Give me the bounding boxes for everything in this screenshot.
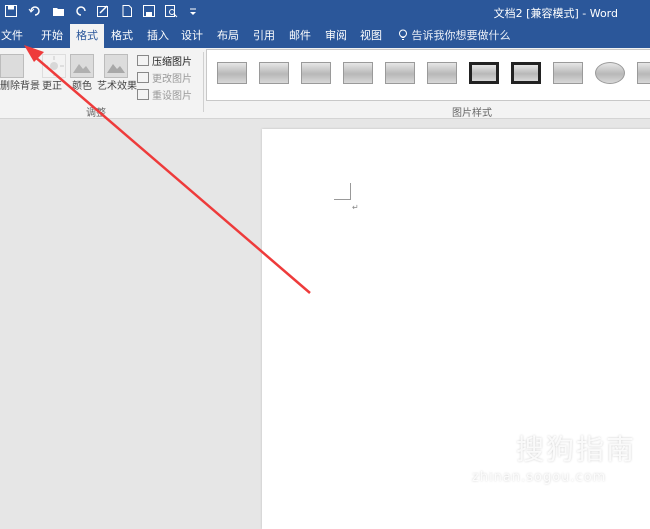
tell-me-search[interactable]: 告诉我你想要做什么 — [398, 24, 511, 48]
watermark-text: 搜狗指南 — [516, 433, 637, 466]
sogou-logo-icon — [472, 432, 512, 472]
print-preview-icon[interactable] — [142, 4, 156, 18]
open-icon[interactable] — [52, 4, 66, 18]
edit-icon[interactable] — [96, 4, 110, 18]
tab-file[interactable]: 文件 — [0, 24, 24, 48]
picture-style-thumbnail[interactable] — [553, 62, 583, 84]
picture-style-thumbnail[interactable] — [259, 62, 289, 84]
more-icon[interactable] — [186, 4, 200, 18]
remove-background-icon[interactable] — [0, 54, 24, 78]
picture-style-thumbnail[interactable] — [217, 62, 247, 84]
watermark-url: zhinan.sogou.com — [472, 470, 607, 485]
tab-references[interactable]: 引用 — [250, 24, 278, 48]
tab-format[interactable]: 格式 — [108, 24, 136, 48]
save-icon[interactable] — [4, 4, 18, 18]
picture-style-thumbnail[interactable] — [301, 62, 331, 84]
remove-background-button[interactable]: 删除背景 — [0, 77, 40, 92]
reset-picture-icon — [137, 89, 149, 100]
tab-layout[interactable]: 布局 — [214, 24, 242, 48]
margin-corner-mark — [334, 183, 351, 200]
picture-styles-group-label: 图片样式 — [452, 108, 492, 119]
picture-style-thumbnail[interactable] — [385, 62, 415, 84]
artistic-effects-button[interactable]: 艺术效果 — [97, 77, 137, 92]
reset-picture-button[interactable]: 重设图片 — [137, 87, 192, 102]
ribbon-tab-bar: 文件 开始 格式 格式 插入 设计 布局 引用 邮件 审阅 视图 告诉我你想要做… — [0, 24, 650, 48]
picture-styles-gallery[interactable] — [206, 49, 650, 101]
tab-design[interactable]: 设计 — [178, 24, 206, 48]
picture-style-thumbnail[interactable] — [343, 62, 373, 84]
picture-style-thumbnail[interactable] — [637, 62, 650, 84]
adjust-group-label: 调整 — [86, 108, 106, 119]
picture-style-thumbnail[interactable] — [427, 62, 457, 84]
compress-pictures-button[interactable]: 压缩图片 — [137, 53, 192, 68]
paragraph-mark: ↵ — [352, 203, 359, 212]
picture-style-thumbnail[interactable] — [469, 62, 499, 84]
tab-mailings[interactable]: 邮件 — [286, 24, 314, 48]
color-button[interactable]: 颜色 — [72, 77, 92, 92]
tab-format-active[interactable]: 格式 — [70, 24, 104, 48]
document-title: 文档2 [兼容模式] - Word — [493, 7, 618, 20]
watermark: 搜狗指南 zhinan.sogou.com — [472, 428, 636, 485]
picture-style-thumbnail[interactable] — [511, 62, 541, 84]
change-picture-icon — [137, 72, 149, 83]
tab-insert[interactable]: 插入 — [144, 24, 172, 48]
lightbulb-icon — [398, 29, 412, 42]
corrections-icon[interactable] — [42, 54, 66, 78]
tab-review[interactable]: 审阅 — [322, 24, 350, 48]
title-bar: 文档2 [兼容模式] - Word — [0, 0, 650, 24]
tab-home[interactable]: 开始 — [38, 24, 66, 48]
picture-style-thumbnail[interactable] — [595, 62, 625, 84]
compress-icon — [137, 55, 149, 66]
zoom-icon[interactable] — [164, 4, 178, 18]
tell-me-label: 告诉我你想要做什么 — [411, 29, 511, 42]
redo-icon[interactable] — [74, 4, 88, 18]
color-icon[interactable] — [70, 54, 94, 78]
ribbon-panel: 删除背景 更正 颜色 艺术效果 压缩图片 更改图片 重设图片 调整 图片样式 — [0, 48, 650, 119]
tab-view[interactable]: 视图 — [357, 24, 385, 48]
undo-icon[interactable] — [28, 4, 42, 18]
group-separator — [203, 52, 204, 112]
new-icon[interactable] — [120, 4, 134, 18]
corrections-button[interactable]: 更正 — [42, 77, 62, 92]
change-picture-button[interactable]: 更改图片 — [137, 70, 192, 85]
artistic-effects-icon[interactable] — [104, 54, 128, 78]
